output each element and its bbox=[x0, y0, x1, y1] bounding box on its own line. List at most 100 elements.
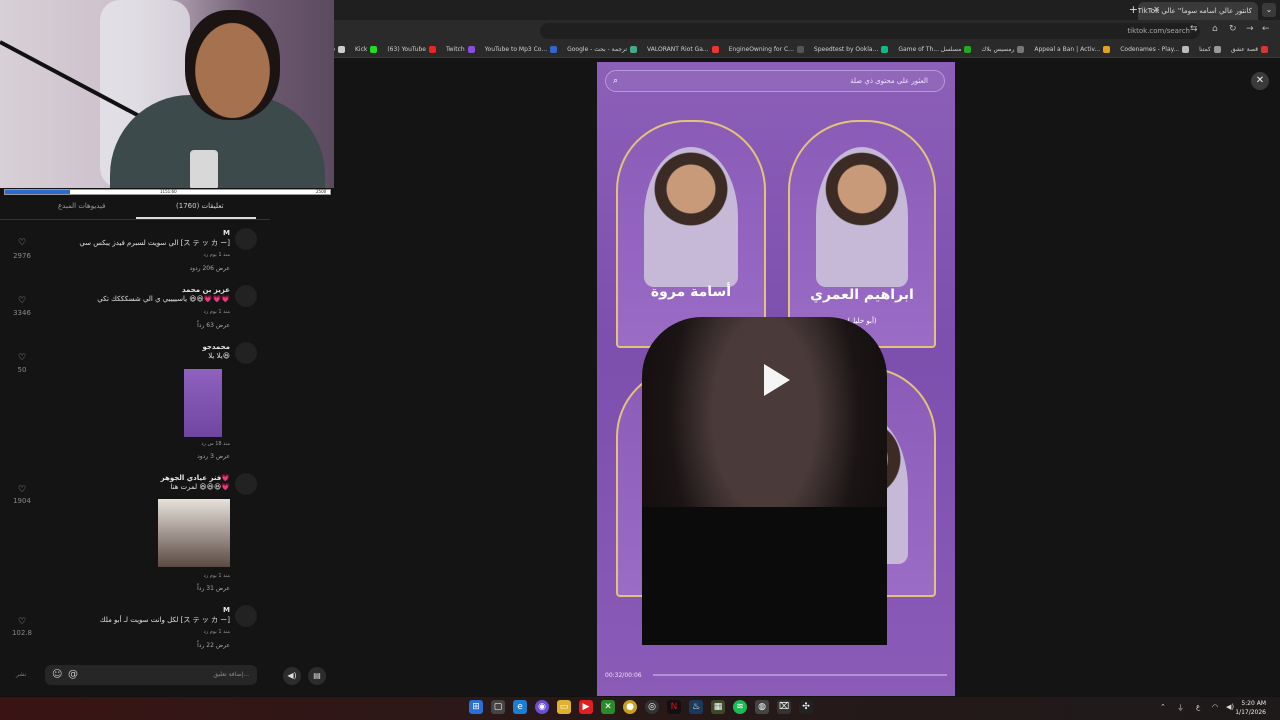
bookmark-item[interactable]: Codenames - Play... bbox=[1120, 46, 1190, 53]
volume-icon[interactable]: ◀) bbox=[283, 667, 301, 685]
comment-username[interactable]: فنر عيادي الجوهر💗 bbox=[161, 474, 230, 482]
address-bar-row: tiktok.com/search bbox=[334, 20, 1280, 42]
comment-text: يلا يلا😆 bbox=[208, 352, 230, 360]
tab-close-icon[interactable]: ✕ bbox=[1153, 5, 1160, 14]
video-player[interactable]: العثور على محتوى ذي صلة ⌕ ابراهيم العمري… bbox=[597, 62, 955, 696]
heart-icon[interactable]: ♡ bbox=[12, 617, 32, 627]
bookmark-item[interactable]: Vieu.io bbox=[334, 46, 345, 53]
file-explorer-icon[interactable]: ▭ bbox=[557, 700, 571, 714]
tab-creator-videos[interactable]: فيديوهات المبدع bbox=[58, 202, 105, 210]
heart-icon[interactable]: ♡ bbox=[12, 485, 32, 495]
language-indicator[interactable]: ع bbox=[1196, 703, 1200, 711]
view-replies-link[interactable]: عرض 31 رداً bbox=[197, 585, 230, 592]
mic-tray-icon[interactable]: ⏚ bbox=[1177, 703, 1184, 713]
bookmark-item[interactable]: رمسيس بلاك bbox=[981, 46, 1025, 53]
heart-icon[interactable]: ♡ bbox=[12, 238, 32, 248]
bookmark-item[interactable]: Speedtest by Ookla... bbox=[813, 46, 889, 53]
edge-icon[interactable]: e bbox=[513, 700, 527, 714]
bookmark-item[interactable]: YouTube to Mp3 Co... bbox=[485, 46, 558, 53]
bookmark-item[interactable]: Kick bbox=[354, 46, 378, 53]
video-seek-bar[interactable] bbox=[653, 674, 947, 676]
bookmark-item[interactable]: Google - ترجمة - بحث bbox=[567, 46, 638, 53]
bookmark-item[interactable]: Game of Th... مسلسل bbox=[898, 46, 972, 53]
bookmark-item[interactable]: Appeal a Ban | Activ... bbox=[1034, 46, 1111, 53]
bookmark-item[interactable]: (63) YouTube bbox=[387, 46, 436, 53]
bookmark-item[interactable]: كمتنا bbox=[1199, 46, 1221, 53]
reload-icon[interactable]: ↻ bbox=[1229, 24, 1237, 34]
bookmark-label: كمتنا bbox=[1199, 46, 1211, 53]
new-tab-button[interactable]: + bbox=[1129, 3, 1138, 16]
comment-image[interactable] bbox=[158, 499, 230, 567]
avatar[interactable] bbox=[235, 605, 257, 627]
xbox-icon[interactable]: ✕ bbox=[601, 700, 615, 714]
avatar[interactable] bbox=[235, 342, 257, 364]
clock[interactable]: 5:20 AM 1/17/2026 bbox=[1235, 699, 1266, 717]
view-replies-link[interactable]: عرض 3 ردود bbox=[197, 453, 230, 460]
heart-icon[interactable]: ♡ bbox=[12, 296, 32, 306]
obs-icon[interactable]: ◎ bbox=[645, 700, 659, 714]
spotify-icon[interactable]: ≋ bbox=[733, 700, 747, 714]
avatar[interactable] bbox=[235, 473, 257, 495]
app-icon[interactable]: ◉ bbox=[535, 700, 549, 714]
steam-icon[interactable]: ♨ bbox=[689, 700, 703, 714]
back-icon[interactable]: ← bbox=[1262, 24, 1270, 34]
bookmark-item[interactable]: VALORANT Riot Ga... bbox=[647, 46, 719, 53]
stream-progress-fill bbox=[5, 190, 70, 194]
chrome-icon[interactable]: ◍ bbox=[755, 700, 769, 714]
bookmark-label: Speedtest by Ookla... bbox=[813, 46, 879, 53]
bookmark-item[interactable]: قصة عشق bbox=[1231, 46, 1268, 53]
bookmark-label: Vieu.io bbox=[334, 46, 335, 53]
like-count: 1904 bbox=[13, 497, 31, 505]
windows-start-icon[interactable]: ⊞ bbox=[469, 700, 483, 714]
bookmark-favicon-icon bbox=[1103, 46, 1111, 53]
view-replies-link[interactable]: عرض 22 رداً bbox=[197, 642, 230, 649]
bookmark-item[interactable]: EngineOwning for C... bbox=[729, 46, 804, 53]
mention-icon[interactable]: @ bbox=[68, 669, 78, 680]
view-replies-link[interactable]: عرض 206 ردود bbox=[189, 265, 230, 272]
close-video-icon[interactable]: ✕ bbox=[1251, 72, 1269, 90]
avatar[interactable] bbox=[235, 285, 257, 307]
bookmark-label: Kick bbox=[354, 46, 368, 53]
bookmark-favicon-icon bbox=[630, 46, 638, 53]
avatar[interactable] bbox=[235, 228, 257, 250]
tab-comments[interactable]: تعليقات (1760) bbox=[176, 202, 224, 210]
comment-username[interactable]: M bbox=[223, 229, 230, 237]
bookmark-favicon-icon bbox=[467, 46, 475, 53]
comment-meta: منذ 1 يوم رد bbox=[203, 629, 230, 635]
tab-menu-icon[interactable]: ⌄ bbox=[1262, 3, 1276, 17]
comment-image[interactable] bbox=[184, 369, 222, 437]
comment-username[interactable]: عزيز بن محمد bbox=[182, 286, 230, 294]
bookmark-item[interactable]: Twitch bbox=[446, 46, 475, 53]
video-search-bar[interactable]: العثور على محتوى ذي صلة bbox=[605, 70, 945, 92]
task-view-icon[interactable]: ▢ bbox=[491, 700, 505, 714]
stream-bar-left: 1151:60 bbox=[160, 189, 177, 194]
bookmark-favicon-icon bbox=[337, 46, 345, 53]
view-replies-link[interactable]: عرض 63 رداً bbox=[197, 322, 230, 329]
home-icon[interactable]: ⌂ bbox=[1212, 24, 1218, 34]
netflix-icon[interactable]: N bbox=[667, 700, 681, 714]
tray-chevron-icon[interactable]: ⌃ bbox=[1160, 703, 1166, 711]
wifi-icon[interactable]: ◠ bbox=[1212, 703, 1218, 711]
youtube-icon[interactable]: ▶ bbox=[579, 700, 593, 714]
url-input[interactable]: tiktok.com/search bbox=[540, 23, 1200, 39]
app5-icon[interactable]: ✣ bbox=[799, 700, 813, 714]
app3-icon[interactable]: ▦ bbox=[711, 700, 725, 714]
heart-icon[interactable]: ♡ bbox=[12, 353, 32, 363]
comment-text: ياسييييي ي الي شسكككك تكي 😆😆💗💗💗 bbox=[97, 295, 230, 303]
bookmark-label: EngineOwning for C... bbox=[728, 46, 794, 53]
app4-icon[interactable]: ⌧ bbox=[777, 700, 791, 714]
site-settings-icon[interactable]: ⇆ bbox=[1190, 24, 1198, 34]
bookmark-favicon-icon bbox=[550, 46, 558, 53]
search-icon[interactable]: ⌕ bbox=[613, 76, 618, 86]
comment-username[interactable]: محمدجو bbox=[202, 343, 230, 351]
app2-icon[interactable]: ● bbox=[623, 700, 637, 714]
streamer-head bbox=[185, 10, 280, 120]
video-time: 00:32/00:06 bbox=[605, 672, 642, 679]
forward-icon[interactable]: → bbox=[1246, 24, 1254, 34]
comment-username[interactable]: M bbox=[223, 606, 230, 614]
play-icon[interactable] bbox=[764, 364, 790, 396]
send-button[interactable]: نشر bbox=[16, 671, 26, 678]
volume-tray-icon[interactable]: ◀) bbox=[1226, 703, 1234, 711]
caption-icon[interactable]: ▤ bbox=[308, 667, 326, 685]
emoji-icon[interactable]: ☺ bbox=[52, 669, 62, 680]
